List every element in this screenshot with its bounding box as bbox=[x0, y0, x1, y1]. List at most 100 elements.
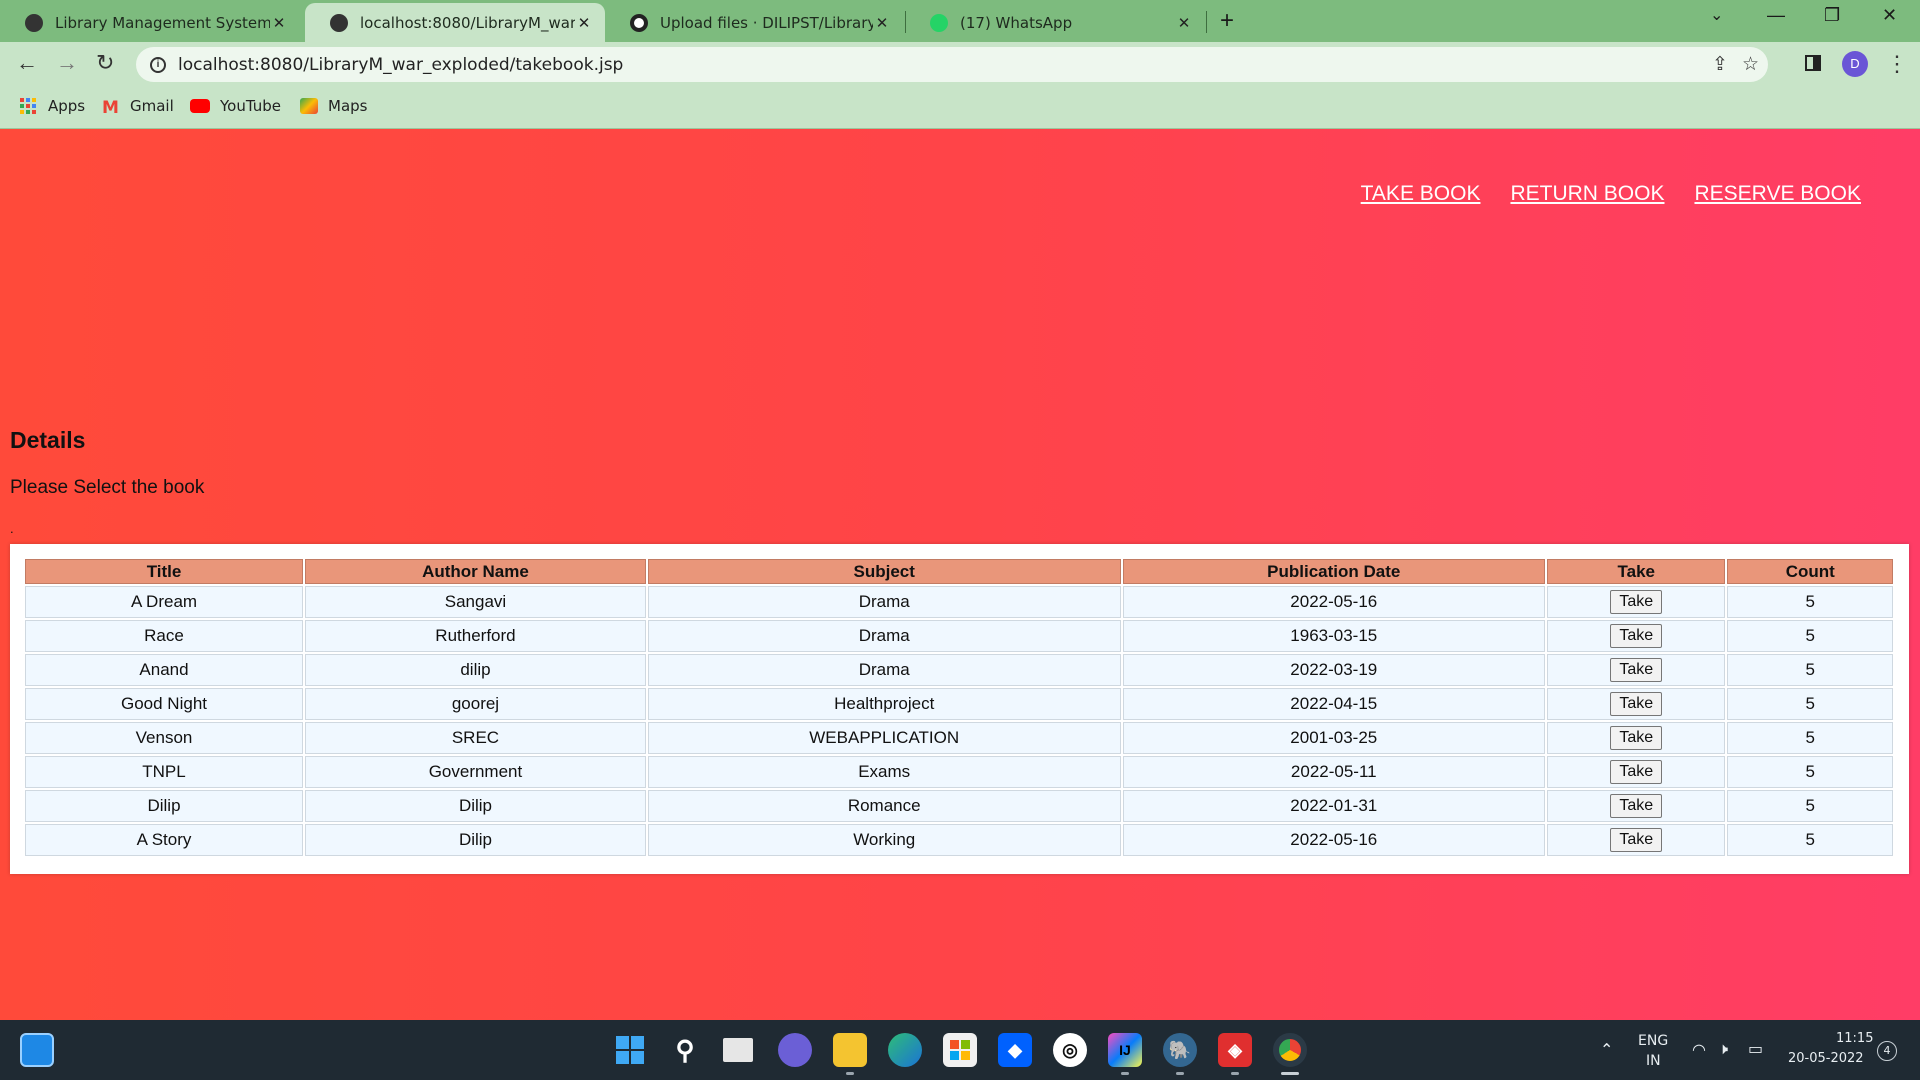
minimize-icon[interactable]: — bbox=[1767, 5, 1785, 26]
take-button[interactable]: Take bbox=[1610, 794, 1663, 818]
bookmarks-bar: Apps M Gmail YouTube Maps bbox=[0, 87, 1920, 129]
cell-author: dilip bbox=[305, 654, 646, 686]
windows-taskbar: ⚲ ◆ ◎ IJ 🐘 ◈ ⌃ ENG IN ◠ 🕨 ▭ 11:15 20-05-… bbox=[0, 1020, 1920, 1080]
cell-author: Dilip bbox=[305, 824, 646, 856]
tab-whatsapp[interactable]: (17) WhatsApp ✕ bbox=[905, 3, 1205, 42]
cell-count: 5 bbox=[1727, 586, 1893, 618]
cell-date: 1963-03-15 bbox=[1122, 620, 1546, 652]
reload-icon[interactable]: ↻ bbox=[96, 50, 114, 76]
dropbox-icon[interactable]: ◆ bbox=[998, 1033, 1032, 1067]
share-icon[interactable]: ⇪ bbox=[1712, 53, 1728, 76]
take-button[interactable]: Take bbox=[1610, 828, 1663, 852]
language-top[interactable]: ENG bbox=[1638, 1033, 1668, 1049]
cell-subject: Exams bbox=[647, 756, 1121, 788]
site-info-icon[interactable]: i bbox=[150, 56, 166, 73]
instruction-text: Please Select the book bbox=[10, 477, 205, 498]
close-tab-icon[interactable]: ✕ bbox=[1175, 14, 1193, 32]
bookmark-youtube[interactable]: YouTube bbox=[190, 97, 281, 115]
table-row: Dilip Dilip Romance 2022-01-31 Take 5 bbox=[25, 790, 1893, 822]
whatsapp-icon bbox=[930, 13, 948, 32]
tab-separator bbox=[1206, 11, 1207, 33]
start-windows-icon[interactable] bbox=[613, 1033, 647, 1067]
profile-avatar[interactable]: D bbox=[1842, 51, 1868, 77]
file-explorer-icon[interactable] bbox=[833, 1033, 867, 1067]
header-take: Take bbox=[1547, 559, 1726, 584]
battery-icon[interactable]: ▭ bbox=[1748, 1039, 1763, 1058]
search-icon[interactable]: ⚲ bbox=[668, 1033, 702, 1067]
clock-date[interactable]: 20-05-2022 bbox=[1788, 1051, 1864, 1066]
cell-count: 5 bbox=[1727, 688, 1893, 720]
cell-subject: Drama bbox=[647, 586, 1121, 618]
volume-muted-icon[interactable]: 🕨 bbox=[1718, 1039, 1728, 1059]
language-bottom[interactable]: IN bbox=[1646, 1053, 1661, 1069]
running-indicator bbox=[1176, 1072, 1184, 1075]
books-table-card: Title Author Name Subject Publication Da… bbox=[10, 544, 1909, 874]
bookmark-gmail[interactable]: M Gmail bbox=[102, 97, 174, 118]
take-button[interactable]: Take bbox=[1610, 624, 1663, 648]
microsoft-store-icon[interactable] bbox=[943, 1033, 977, 1067]
address-bar[interactable]: i localhost:8080/LibraryM_war_exploded/t… bbox=[136, 47, 1768, 82]
intellij-idea-icon[interactable]: IJ bbox=[1108, 1033, 1142, 1067]
github-desktop-icon[interactable]: ◎ bbox=[1053, 1033, 1087, 1067]
nav-return-book-link[interactable]: RETURN BOOK bbox=[1510, 182, 1664, 206]
tab-search-chevron-icon[interactable]: ⌄ bbox=[1710, 5, 1723, 25]
take-button[interactable]: Take bbox=[1610, 692, 1663, 716]
notification-badge[interactable]: 4 bbox=[1877, 1041, 1897, 1061]
tab-takebook[interactable]: localhost:8080/LibraryM_war_exp ✕ bbox=[305, 3, 605, 42]
table-header-row: Title Author Name Subject Publication Da… bbox=[25, 559, 1893, 584]
close-tab-icon[interactable]: ✕ bbox=[873, 14, 891, 32]
take-button[interactable]: Take bbox=[1610, 658, 1663, 682]
top-navigation: TAKE BOOK RETURN BOOK RESERVE BOOK bbox=[1361, 182, 1861, 206]
page-heading: Details bbox=[10, 427, 86, 453]
take-button[interactable]: Take bbox=[1610, 726, 1663, 750]
bookmark-label: Apps bbox=[48, 97, 86, 115]
table-row: A Dream Sangavi Drama 2022-05-16 Take 5 bbox=[25, 586, 1893, 618]
cell-take: Take bbox=[1547, 586, 1726, 618]
bookmark-maps[interactable]: Maps bbox=[300, 97, 367, 115]
widgets-icon[interactable] bbox=[20, 1033, 54, 1067]
running-indicator bbox=[846, 1072, 854, 1075]
url-text[interactable]: localhost:8080/LibraryM_war_exploded/tak… bbox=[178, 55, 623, 75]
wifi-icon[interactable]: ◠ bbox=[1692, 1040, 1706, 1059]
task-view-icon[interactable] bbox=[723, 1038, 753, 1062]
restore-icon[interactable]: ❐ bbox=[1824, 5, 1840, 26]
back-arrow-icon[interactable]: ← bbox=[16, 50, 38, 76]
close-tab-icon[interactable]: ✕ bbox=[270, 14, 288, 32]
bookmark-apps[interactable]: Apps bbox=[20, 97, 85, 115]
bookmark-star-icon[interactable]: ☆ bbox=[1742, 53, 1759, 76]
anydesk-icon[interactable]: ◈ bbox=[1218, 1033, 1252, 1067]
cell-count: 5 bbox=[1727, 620, 1893, 652]
tab-github-upload[interactable]: Upload files · DILIPST/Library-Ma ✕ bbox=[605, 3, 903, 42]
clock-time[interactable]: 11:15 bbox=[1836, 1031, 1873, 1046]
nav-take-book-link[interactable]: TAKE BOOK bbox=[1361, 182, 1481, 206]
apps-grid-icon bbox=[20, 98, 38, 114]
teams-chat-icon[interactable] bbox=[778, 1033, 812, 1067]
close-tab-icon[interactable]: ✕ bbox=[575, 14, 593, 32]
gmail-icon: M bbox=[102, 98, 119, 118]
forward-arrow-icon[interactable]: → bbox=[56, 50, 78, 76]
nav-reserve-book-link[interactable]: RESERVE BOOK bbox=[1694, 182, 1861, 206]
cell-take: Take bbox=[1547, 756, 1726, 788]
cell-count: 5 bbox=[1727, 756, 1893, 788]
side-panel-icon[interactable] bbox=[1805, 55, 1821, 71]
postgresql-icon[interactable]: 🐘 bbox=[1163, 1033, 1197, 1067]
new-tab-plus-icon[interactable]: + bbox=[1220, 7, 1234, 35]
table-row: Anand dilip Drama 2022-03-19 Take 5 bbox=[25, 654, 1893, 686]
show-hidden-icons-chevron-icon[interactable]: ⌃ bbox=[1600, 1040, 1613, 1059]
tab-label: Library Management System bbox=[55, 13, 270, 32]
bookmark-label: YouTube bbox=[220, 97, 281, 115]
tab-library-management[interactable]: Library Management System ✕ bbox=[0, 3, 300, 42]
page-body: TAKE BOOK RETURN BOOK RESERVE BOOK Detai… bbox=[0, 129, 1920, 1020]
more-menu-icon[interactable]: ⋮ bbox=[1886, 51, 1908, 77]
edge-browser-icon[interactable] bbox=[888, 1033, 922, 1067]
cell-take: Take bbox=[1547, 824, 1726, 856]
take-button[interactable]: Take bbox=[1610, 590, 1663, 614]
active-indicator bbox=[1281, 1072, 1299, 1075]
browser-tab-strip: Library Management System ✕ localhost:80… bbox=[0, 0, 1920, 42]
cell-author: Rutherford bbox=[305, 620, 646, 652]
table-row: Venson SREC WEBAPPLICATION 2001-03-25 Ta… bbox=[25, 722, 1893, 754]
close-window-icon[interactable]: ✕ bbox=[1882, 5, 1897, 26]
cell-count: 5 bbox=[1727, 722, 1893, 754]
take-button[interactable]: Take bbox=[1610, 760, 1663, 784]
chrome-icon[interactable] bbox=[1273, 1033, 1307, 1067]
